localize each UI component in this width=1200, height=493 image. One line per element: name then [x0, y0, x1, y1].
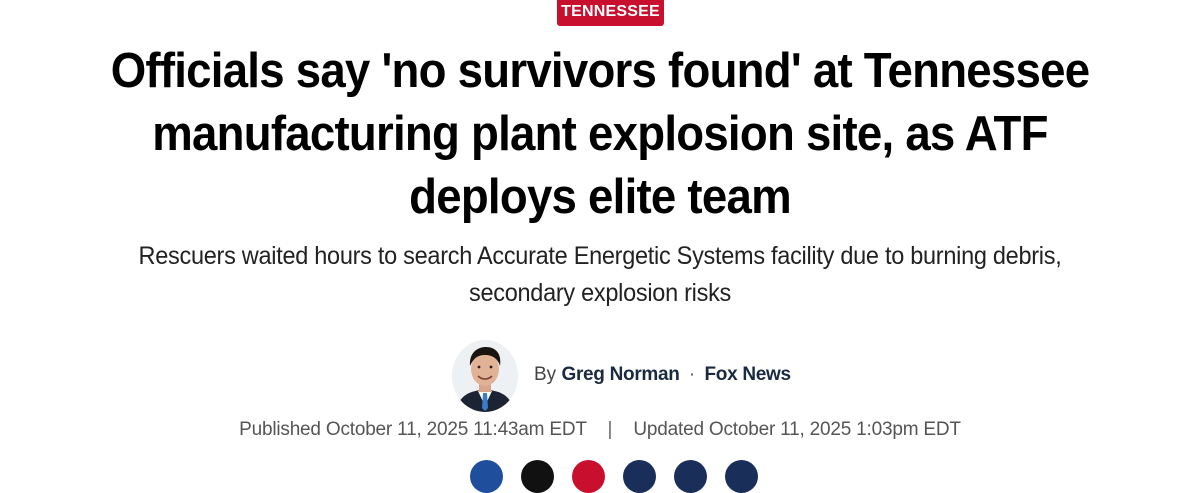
article-dates: Published October 11, 2025 11:43am EDT |… [0, 417, 1200, 443]
article-header: TENNESSEE Officials say 'no survivors fo… [0, 0, 1200, 493]
flipboard-share-button[interactable] [572, 460, 605, 493]
published-date: Published October 11, 2025 11:43am EDT [239, 419, 587, 440]
author-avatar[interactable] [452, 340, 518, 412]
byline-separator: · [688, 364, 696, 385]
byline: By Greg Norman · Fox News [534, 363, 791, 387]
byline-prefix: By [534, 364, 557, 385]
article-subheadline: Rescuers waited hours to search Accurate… [138, 242, 1062, 307]
facebook-share-button[interactable] [470, 460, 503, 493]
share-buttons [470, 460, 760, 493]
dates-separator: | [607, 419, 613, 440]
article-headline: Officials say 'no survivors found' at Te… [110, 44, 1090, 224]
print-button[interactable] [674, 460, 707, 493]
comments-button[interactable] [623, 460, 656, 493]
source-link[interactable]: Fox News [704, 364, 791, 385]
x-share-button[interactable] [521, 460, 554, 493]
updated-date: Updated October 11, 2025 1:03pm EDT [633, 419, 961, 440]
email-share-button[interactable] [725, 460, 758, 493]
author-headshot-icon [452, 340, 518, 412]
category-badge[interactable]: TENNESSEE [557, 0, 664, 26]
author-link[interactable]: Greg Norman [561, 364, 679, 385]
